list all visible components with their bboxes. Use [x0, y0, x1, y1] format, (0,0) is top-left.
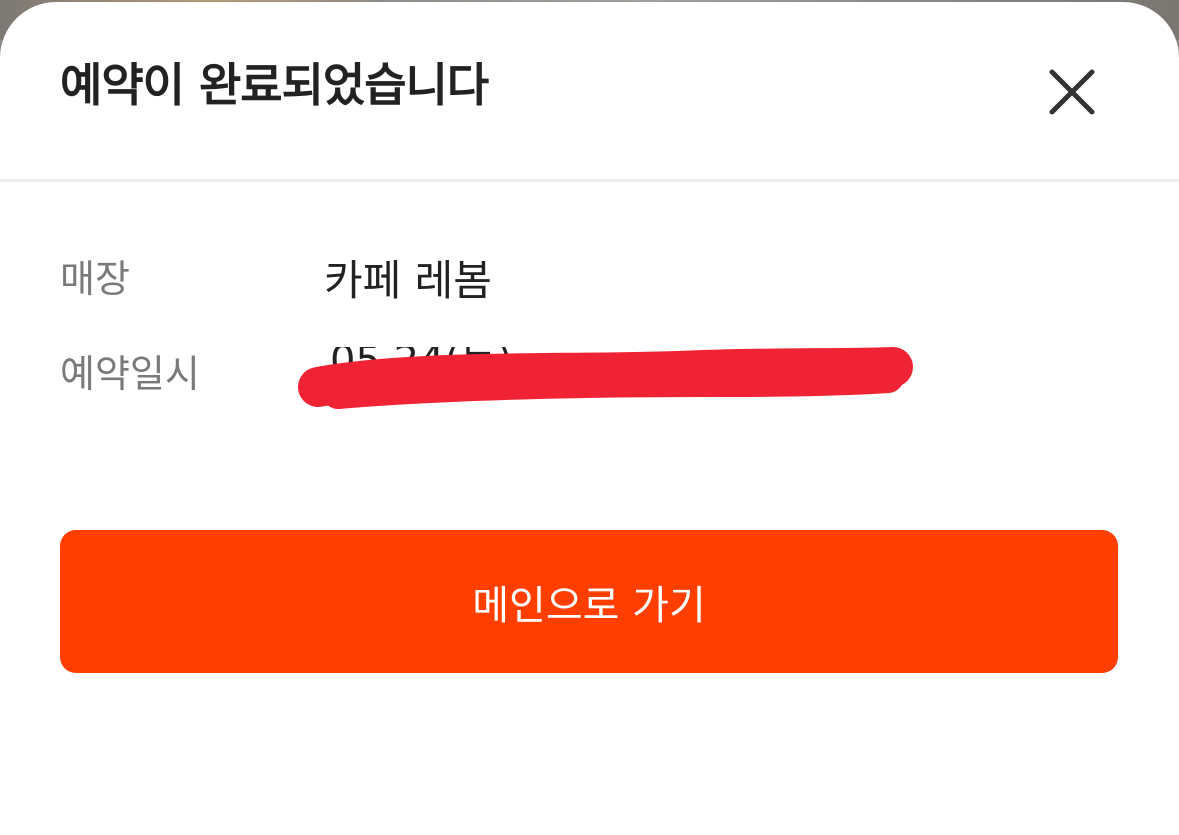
datetime-label: 예약일시	[60, 352, 200, 396]
close-icon	[1049, 69, 1095, 115]
redaction-scribble	[298, 347, 913, 409]
close-button[interactable]	[1040, 60, 1104, 124]
sheet-header: 예약이 완료되었습니다	[0, 2, 1179, 180]
store-row: 매장 카페 레봄	[60, 252, 1120, 312]
header-divider	[0, 179, 1179, 182]
store-name: 카페 레봄	[324, 256, 492, 305]
datetime-row: 예약일시 05.24(토)	[60, 347, 1120, 409]
go-to-main-button[interactable]: 메인으로 가기	[60, 530, 1118, 673]
reservation-complete-sheet: 예약이 완료되었습니다 매장 카페 레봄 예약일시 05.24(토) 메인으로 …	[0, 2, 1179, 835]
dialog-title: 예약이 완료되었습니다	[60, 58, 489, 112]
store-label: 매장	[60, 257, 130, 301]
